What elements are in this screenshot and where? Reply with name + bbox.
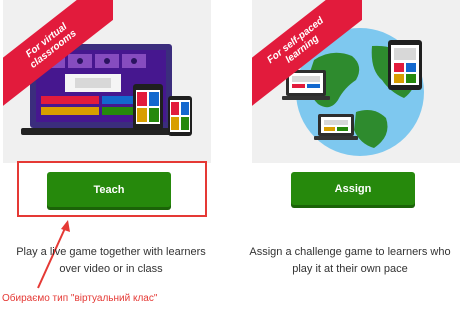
teach-description: Play a live game together with learners …	[16, 246, 206, 275]
assign-card[interactable]: For self-paced learning	[252, 0, 460, 163]
ribbon-badge: For self-paced learning	[252, 0, 362, 110]
ribbon-label: For virtual classrooms	[23, 21, 79, 71]
assign-button[interactable]: Assign	[291, 172, 415, 205]
teach-card[interactable]: For virtual classrooms	[3, 0, 211, 163]
teach-highlight-box	[17, 161, 207, 217]
ribbon-label: For self-paced learning	[265, 15, 326, 67]
ribbon-badge: For virtual classrooms	[3, 0, 113, 110]
annotation-caption: Обираємо тип "віртуальний клас"	[2, 293, 158, 304]
assign-description: Assign a challenge game to learners who …	[249, 246, 451, 275]
